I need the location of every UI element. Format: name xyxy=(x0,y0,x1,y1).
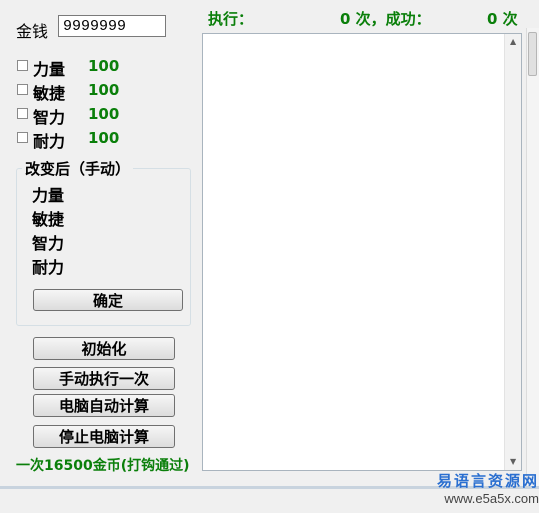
attr-value-stamina: 100 xyxy=(88,129,120,147)
watermark: 易语言资源网 www.e5a5x.com xyxy=(380,470,539,513)
attr-label-agility: 敏捷 xyxy=(33,84,66,103)
list-scrollbar[interactable]: ▲ ▼ xyxy=(504,34,521,470)
attr-label-stamina: 耐力 xyxy=(33,132,66,151)
changed-item-strength: 力量 xyxy=(32,186,65,205)
checkbox-intelligence[interactable] xyxy=(17,108,28,119)
checkbox-stamina[interactable] xyxy=(17,132,28,143)
watermark-line2: www.e5a5x.com xyxy=(444,491,539,506)
window-scrollbar-thumb[interactable] xyxy=(528,32,537,76)
watermark-line1: 易语言资源网 xyxy=(436,472,539,490)
exec-count: 0 次，成功： xyxy=(340,10,431,28)
stop-calc-button[interactable]: 停止电脑计算 xyxy=(33,425,175,448)
cost-note: 一次16500金币(打钩通过) xyxy=(16,458,190,474)
attr-label-strength: 力量 xyxy=(33,60,66,79)
auto-calc-button[interactable]: 电脑自动计算 xyxy=(33,394,175,417)
manual-once-button[interactable]: 手动执行一次 xyxy=(33,367,175,390)
checkbox-strength[interactable] xyxy=(17,60,28,71)
attr-value-intelligence: 100 xyxy=(88,105,120,123)
attr-label-intelligence: 智力 xyxy=(33,108,66,127)
attr-value-strength: 100 xyxy=(88,57,120,75)
attr-value-agility: 100 xyxy=(88,81,120,99)
success-count: 0 次 xyxy=(487,10,518,28)
exec-label: 执行： xyxy=(208,10,254,28)
scroll-down-arrow-icon[interactable]: ▼ xyxy=(510,457,516,466)
confirm-button[interactable]: 确定 xyxy=(33,289,183,311)
scroll-up-arrow-icon[interactable]: ▲ xyxy=(510,37,516,46)
money-label: 金钱 xyxy=(16,22,49,41)
changed-item-agility: 敏捷 xyxy=(32,210,65,229)
money-input[interactable] xyxy=(58,15,166,37)
window-scrollbar[interactable] xyxy=(526,28,539,488)
checkbox-agility[interactable] xyxy=(17,84,28,95)
changed-group-title: 改变后（手动） xyxy=(22,158,134,179)
changed-item-stamina: 耐力 xyxy=(32,258,65,277)
result-list[interactable] xyxy=(202,33,522,471)
changed-item-intelligence: 智力 xyxy=(32,234,65,253)
init-button[interactable]: 初始化 xyxy=(33,337,175,360)
